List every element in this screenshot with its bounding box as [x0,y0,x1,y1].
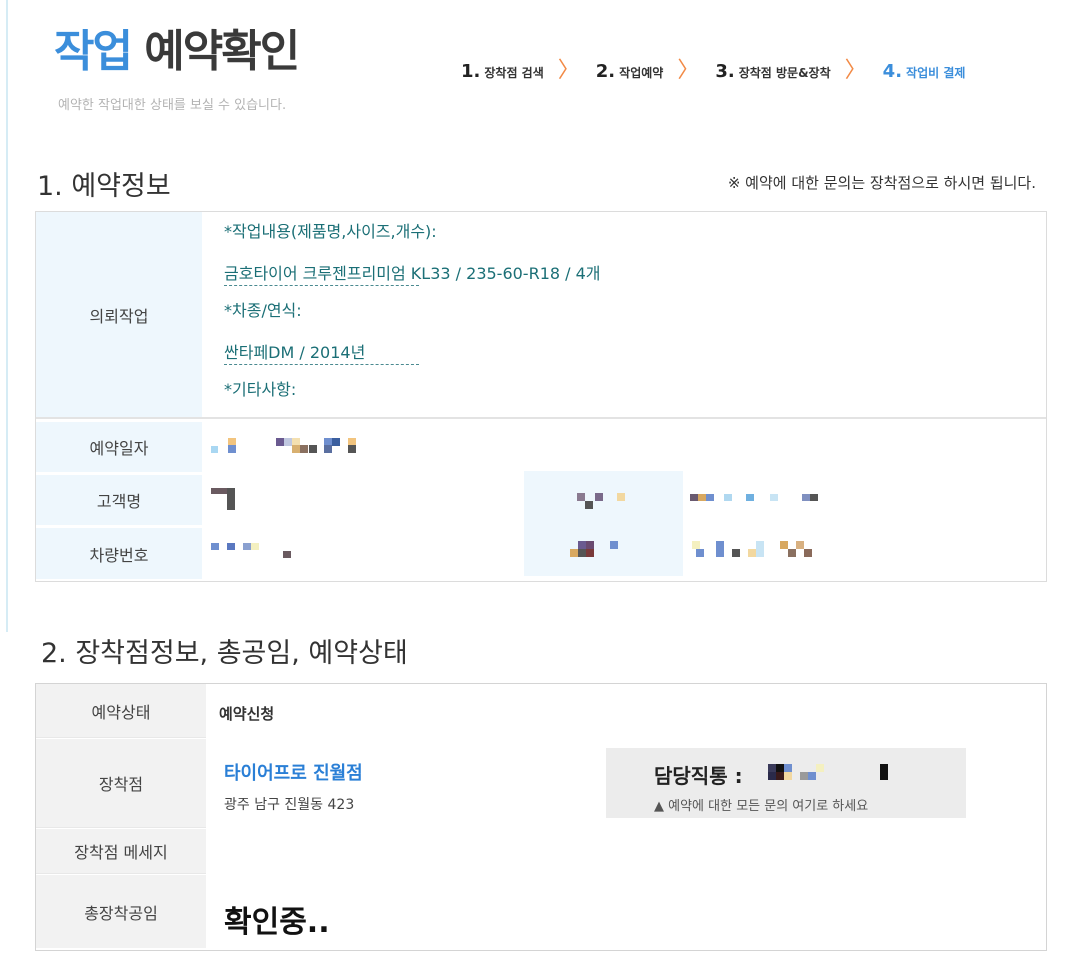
left-accent-rule [6,0,8,632]
plate-number-label: 차량번호 [36,528,202,579]
step-number: 4. [882,60,903,82]
step-label: 장착점 검색 [484,65,544,80]
car-label: *차종/연식: [224,301,302,320]
car-value: 싼타페DM / 2014년 [224,343,366,362]
status-label: 예약상태 [36,684,206,738]
shop-message-label: 장착점 메세지 [36,829,206,874]
work-label: *작업내용(제품명,사이즈,개수): [224,222,437,241]
row-separator [36,417,1046,419]
customer-name-label: 고객명 [36,475,202,525]
shop-address: 광주 남구 진월동 423 [224,797,355,813]
step-label: 작업비 결제 [906,65,966,80]
chevron-right-icon: 〉 [677,58,700,83]
section1-title: 1. 예약정보 [37,171,171,202]
request-details: *작업내용(제품명,사이즈,개수): 금호타이어 크루젠프리미엄 KL33 / … [224,222,601,400]
contact-box: 담당직통 : ▲ 예약에 대한 모든 문의 여기로 하세요 [606,748,966,818]
step-label: 장착점 방문&장착 [738,65,831,80]
inquiry-note: ※ 예약에 대한 문의는 장착점으로 하시면 됩니다. [727,174,1036,192]
step-number: 2. [595,60,616,82]
etc-label: *기타사항: [224,380,297,399]
step-4-current: 4. 작업비 결제 [883,61,966,82]
reservation-info-table: 의뢰작업 *작업내용(제품명,사이즈,개수): 금호타이어 크루젠프리미엄 KL… [35,211,1047,582]
contact-note: ▲ 예약에 대한 모든 문의 여기로 하세요 [654,799,869,814]
page-title-part2: 예약확인 [144,26,300,77]
total-labor-value: 확인중.. [224,905,330,940]
page-subtitle: 예약한 작업대한 상태를 보실 수 있습니다. [58,98,287,113]
section2-title: 2. 장착점정보, 총공임, 예약상태 [41,638,408,669]
step-label: 작업예약 [619,65,664,80]
step-number: 1. [461,60,481,82]
page-title-part1: 작업 [54,26,133,77]
divider [224,364,419,365]
shop-label: 장착점 [36,739,206,828]
step-number: 3. [715,60,735,82]
shop-name-link[interactable]: 타이어프로 진월점 [224,759,363,785]
step-2: 2. 작업예약 [596,61,664,82]
divider [224,285,419,286]
reservation-status-value: 예약신청 [219,705,275,723]
shop-info-table: 예약상태 예약신청 장착점 타이어프로 진월점 광주 남구 진월동 423 담당… [35,683,1047,951]
chevron-right-icon: 〉 [844,58,867,83]
direct-contact-label: 담당직통 : [654,764,743,788]
chevron-right-icon: 〉 [557,58,580,83]
progress-steps: 1. 장착점 검색 〉 2. 작업예약 〉 3. 장착점 방문&장착 〉 4. … [461,60,965,82]
step-3: 3. 장착점 방문&장착 [715,61,830,82]
request-label: 의뢰작업 [36,212,202,417]
total-labor-label: 총장착공임 [36,875,206,948]
work-value: 금호타이어 크루젠프리미엄 KL33 / 235-60-R18 / 4개 [224,264,601,283]
reservation-date-label: 예약일자 [36,422,202,472]
page-title: 작업 예약확인 [54,30,300,74]
step-1: 1. 장착점 검색 [461,61,544,82]
masked-label-column [524,471,683,576]
